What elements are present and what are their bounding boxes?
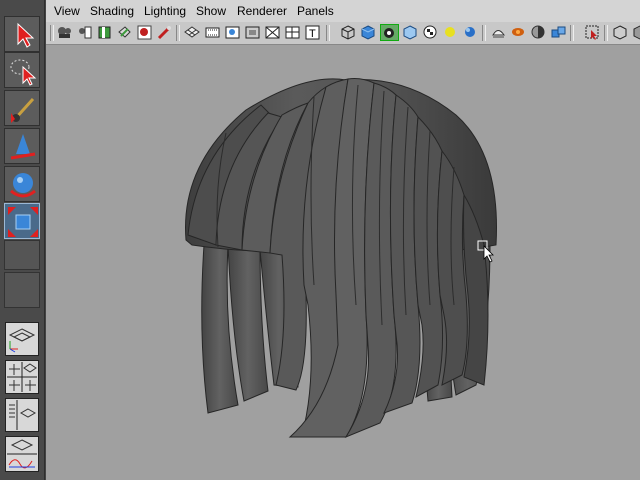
- anti-alias-button[interactable]: [510, 24, 527, 41]
- toolbar-separator: [604, 25, 608, 41]
- scale-tool-icon: [8, 207, 38, 237]
- shade-wireframe-button[interactable]: [380, 24, 399, 41]
- rotate-tool-icon: [10, 173, 36, 198]
- four-view-layout-icon: [7, 362, 37, 392]
- graph-persp-layout-icon: [7, 439, 37, 469]
- xray-icon: [585, 25, 599, 40]
- smooth-shade-button[interactable]: [360, 24, 377, 41]
- menu-panels[interactable]: Panels: [297, 4, 334, 18]
- screen-space-ao-button[interactable]: [462, 24, 479, 41]
- anti-alias-icon: [512, 28, 524, 36]
- wireframe-button[interactable]: [340, 24, 357, 41]
- smooth-shade-icon: [361, 25, 375, 40]
- wireframe-on-shaded-icon: [613, 25, 627, 40]
- menu-view[interactable]: View: [54, 4, 80, 18]
- bookmark-button[interactable]: [76, 24, 93, 41]
- two-d-pan-icon: [118, 26, 131, 38]
- safe-title-icon: T: [305, 25, 320, 40]
- isolate-select-button[interactable]: [550, 24, 567, 41]
- wireframe-on-shaded-button[interactable]: [612, 24, 629, 41]
- menu-lighting[interactable]: Lighting: [144, 4, 186, 18]
- motion-blur-icon: [492, 30, 505, 38]
- film-gate-button[interactable]: [204, 24, 221, 41]
- field-chart-button[interactable]: [264, 24, 281, 41]
- hair-mesh-model[interactable]: [46, 45, 640, 480]
- grease-pencil-button[interactable]: [136, 24, 153, 41]
- textured-button[interactable]: [402, 24, 419, 41]
- select-tool-button[interactable]: [4, 16, 40, 52]
- toolbar-separator: [326, 25, 330, 41]
- menu-renderer[interactable]: Renderer: [237, 4, 287, 18]
- screen-space-ao-icon: [465, 27, 475, 37]
- shade-wireframe-icon: [384, 28, 394, 38]
- paint-select-icon: [11, 97, 35, 123]
- resolution-gate-button[interactable]: [224, 24, 241, 41]
- textured-icon: [403, 25, 417, 40]
- outliner-persp-layout-icon: [9, 400, 37, 430]
- toolbar-separator: [50, 25, 54, 41]
- svg-text:T: T: [309, 28, 316, 40]
- menu-show[interactable]: Show: [196, 4, 226, 18]
- camera-attributes-button[interactable]: [56, 24, 73, 41]
- select-arrow-icon: [17, 22, 35, 48]
- outliner-persp-layout-button[interactable]: [5, 398, 39, 432]
- lasso-select-icon: [10, 59, 37, 86]
- safe-action-button[interactable]: [284, 24, 301, 41]
- more-toolbar-button[interactable]: [632, 24, 640, 41]
- move-tool-icon: [10, 134, 36, 160]
- scale-tool-button[interactable]: [4, 203, 40, 239]
- use-all-lights-button[interactable]: [422, 24, 439, 41]
- depth-of-field-button[interactable]: [530, 24, 547, 41]
- depth-of-field-icon: [531, 25, 545, 39]
- menu-shading[interactable]: Shading: [90, 4, 134, 18]
- image-plane-button[interactable]: [96, 24, 113, 41]
- camera-select-icon: [157, 26, 171, 40]
- shaded-cube-icon: [633, 25, 640, 40]
- two-d-pan-button[interactable]: [116, 24, 133, 41]
- paint-select-tool-button[interactable]: [4, 90, 40, 126]
- image-plane-icon: [98, 26, 111, 39]
- lasso-tool-button[interactable]: [4, 52, 40, 88]
- toolbox: [0, 0, 45, 480]
- toolbar-separator: [482, 25, 486, 41]
- use-all-lights-icon: [423, 25, 437, 39]
- grid-button[interactable]: [184, 24, 201, 41]
- single-perspective-layout-button[interactable]: [5, 322, 39, 356]
- toolbar-separator: [570, 25, 574, 41]
- resolution-gate-icon: [225, 26, 240, 39]
- single-perspective-layout-icon: [8, 328, 36, 353]
- shadows-icon: [445, 27, 455, 37]
- bookmark-icon: [79, 26, 92, 39]
- graph-persp-layout-button[interactable]: [5, 436, 39, 472]
- panel-toolbar: T: [46, 22, 640, 45]
- safe-action-icon: [285, 26, 300, 39]
- shadows-button[interactable]: [442, 24, 459, 41]
- safe-title-button[interactable]: T: [304, 24, 321, 41]
- rotate-tool-button[interactable]: [4, 166, 40, 202]
- camera-attributes-icon: [58, 27, 71, 38]
- gate-mask-icon: [245, 26, 260, 39]
- panel-menu-bar: View Shading Lighting Show Renderer Pane…: [46, 0, 640, 23]
- gate-mask-button[interactable]: [244, 24, 261, 41]
- last-tool-slot[interactable]: [4, 272, 40, 308]
- move-tool-button[interactable]: [4, 128, 40, 164]
- wireframe-icon: [341, 25, 355, 40]
- film-gate-icon: [205, 27, 220, 38]
- perspective-viewport[interactable]: View Shading Lighting Show Renderer Pane…: [46, 0, 640, 480]
- xray-button[interactable]: [584, 24, 601, 41]
- field-chart-icon: [265, 26, 280, 39]
- toolbar-separator: [176, 25, 180, 41]
- four-view-layout-button[interactable]: [5, 360, 39, 394]
- camera-select-button[interactable]: [156, 24, 173, 41]
- isolate-select-icon: [551, 26, 566, 38]
- empty-tool-slot: [4, 240, 40, 270]
- grease-pencil-icon: [137, 25, 152, 40]
- grid-icon: [184, 26, 200, 38]
- motion-blur-button[interactable]: [490, 24, 507, 41]
